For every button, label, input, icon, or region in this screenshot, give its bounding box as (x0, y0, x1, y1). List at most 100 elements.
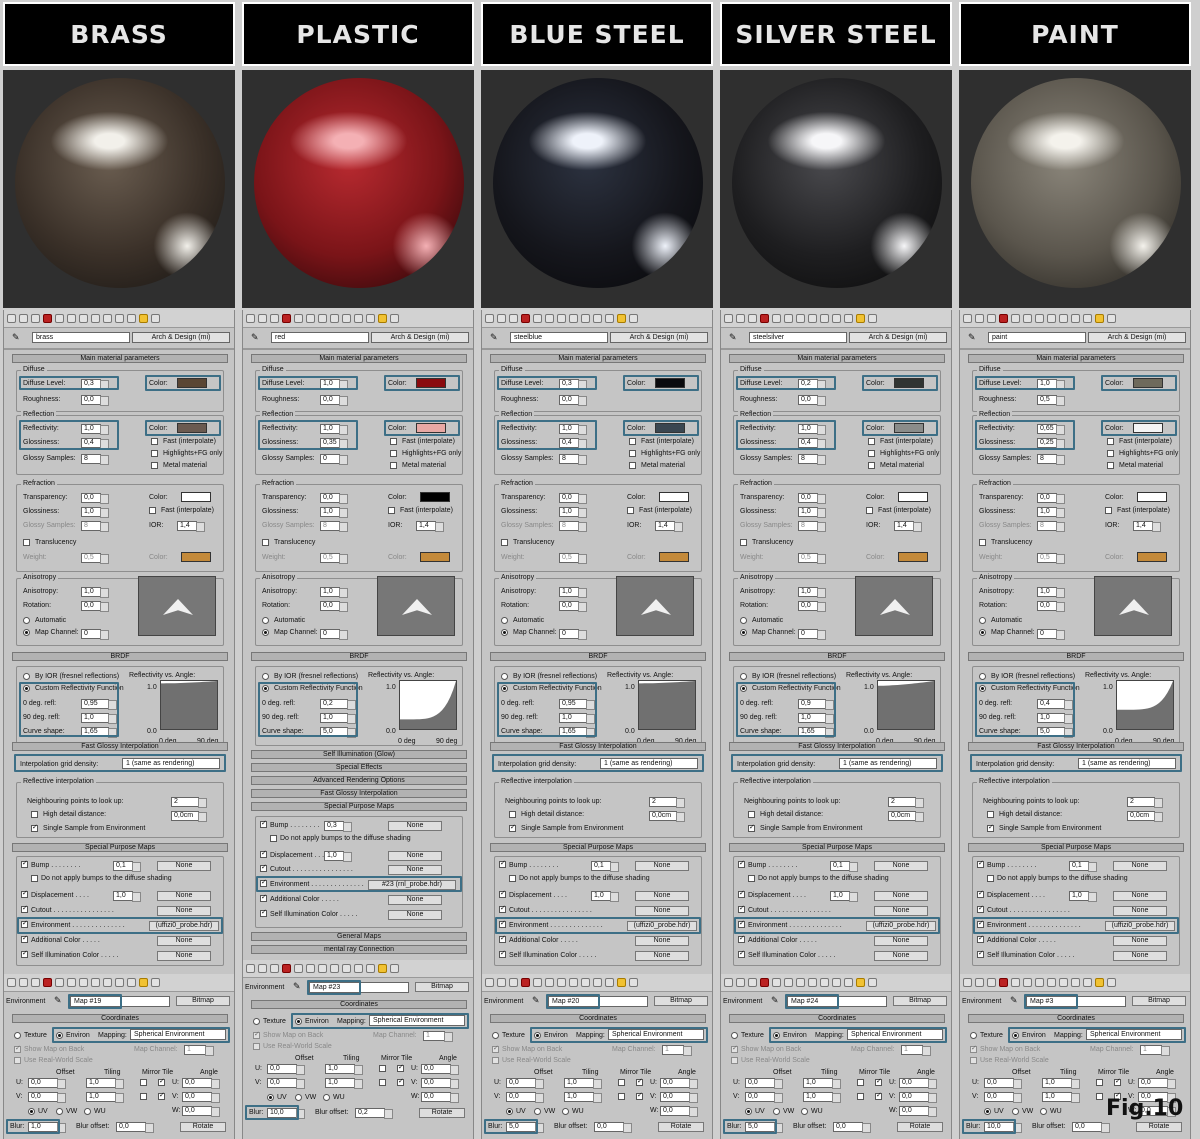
translucency-color-swatch[interactable] (659, 552, 689, 562)
anisotropy-spinner[interactable]: 1,0 (320, 587, 348, 598)
texture-radio[interactable] (253, 1018, 260, 1025)
blur-offset-spinner[interactable]: 0,2 (355, 1108, 393, 1119)
roughness-spinner[interactable]: 0,5 (1037, 395, 1065, 406)
delete-icon[interactable] (999, 978, 1008, 987)
additional-color-button[interactable]: None (157, 936, 211, 946)
highlights-fg-checkbox[interactable] (868, 450, 875, 457)
v-angle-spinner[interactable]: 0,0 (899, 1092, 937, 1103)
additional-color-checkbox[interactable] (738, 934, 745, 943)
bump-checkbox[interactable] (977, 859, 984, 868)
no-bump-diffuse-checkbox[interactable] (31, 875, 38, 882)
go-sibling-icon[interactable] (151, 314, 160, 323)
refraction-glossiness-spinner[interactable]: 1,0 (798, 507, 826, 518)
cutout-checkbox[interactable] (260, 863, 267, 872)
show-map-on-back-checkbox[interactable] (14, 1044, 21, 1053)
go-parent-icon[interactable] (366, 964, 375, 973)
put-library-icon[interactable] (318, 314, 327, 323)
copy-material-icon[interactable] (294, 964, 303, 973)
bump-amount-spinner[interactable]: 0,1 (113, 861, 141, 872)
coord-map-channel-spinner[interactable]: 1 (662, 1045, 692, 1056)
roughness-spinner[interactable]: 0,0 (798, 395, 826, 406)
displacement-checkbox[interactable] (738, 889, 745, 898)
refraction-fast-checkbox[interactable] (866, 507, 873, 514)
metal-material-checkbox[interactable] (390, 462, 397, 469)
translucency-color-swatch[interactable] (181, 552, 211, 562)
u-mirror-checkbox[interactable] (1096, 1079, 1103, 1086)
v-tile-checkbox[interactable] (636, 1091, 643, 1100)
put-to-scene-icon[interactable] (497, 314, 506, 323)
show-in-viewport-icon[interactable] (139, 314, 148, 323)
rotation-spinner[interactable]: 0,0 (798, 601, 826, 612)
displacement-checkbox[interactable] (977, 889, 984, 898)
bump-checkbox[interactable] (21, 859, 28, 868)
high-detail-spinner[interactable]: 0,0cm (649, 811, 685, 822)
material-type-button[interactable]: Arch & Design (mi) (610, 332, 708, 343)
go-parent-icon[interactable] (844, 978, 853, 987)
copy-material-icon[interactable] (533, 978, 542, 987)
anisotropy-spinner[interactable]: 1,0 (81, 587, 109, 598)
automatic-radio[interactable] (23, 617, 30, 624)
u-tiling-spinner[interactable]: 1,0 (325, 1064, 363, 1075)
displacement-map-button[interactable]: None (635, 891, 689, 901)
copy-material-icon[interactable] (772, 314, 781, 323)
map-type-button[interactable]: Bitmap (893, 996, 947, 1006)
make-unique-icon[interactable] (784, 314, 793, 323)
v-tile-checkbox[interactable] (158, 1091, 165, 1100)
v-tile-checkbox[interactable] (875, 1091, 882, 1100)
delete-icon[interactable] (282, 964, 291, 973)
get-material-icon[interactable] (963, 314, 972, 323)
go-sibling-icon[interactable] (1107, 314, 1116, 323)
show-end-result-icon[interactable] (115, 978, 124, 987)
copy-material-icon[interactable] (294, 314, 303, 323)
rotate-button[interactable]: Rotate (180, 1122, 226, 1132)
high-detail-checkbox[interactable] (31, 811, 38, 818)
copy-material-icon[interactable] (55, 978, 64, 987)
rollout-general-maps[interactable]: General Maps (251, 932, 467, 941)
show-end-result-icon[interactable] (593, 314, 602, 323)
material-id-icon[interactable] (808, 314, 817, 323)
u-mirror-checkbox[interactable] (618, 1079, 625, 1086)
refraction-samples-spinner[interactable]: 8 (798, 521, 826, 532)
real-world-scale-checkbox[interactable] (492, 1057, 499, 1064)
put-library-icon[interactable] (796, 978, 805, 987)
cutout-checkbox[interactable] (738, 904, 745, 913)
assign-material-icon[interactable] (31, 978, 40, 987)
glossy-samples-spinner[interactable]: 0 (320, 454, 348, 465)
ior-spinner[interactable]: 1,4 (177, 521, 205, 532)
material-id-icon[interactable] (1047, 978, 1056, 987)
map-eyedropper-icon[interactable]: ✎ (54, 995, 64, 1006)
bump-amount-spinner[interactable]: 0,1 (591, 861, 619, 872)
put-library-icon[interactable] (796, 314, 805, 323)
ior-spinner[interactable]: 1,4 (1133, 521, 1161, 532)
put-to-scene-icon[interactable] (497, 978, 506, 987)
v-tile-checkbox[interactable] (397, 1077, 404, 1086)
bump-map-button[interactable]: None (1113, 861, 1167, 871)
by-ior-radio[interactable] (501, 673, 508, 680)
v-angle-spinner[interactable]: 0,0 (421, 1078, 459, 1089)
u-tiling-spinner[interactable]: 1,0 (564, 1078, 602, 1089)
material-id-icon[interactable] (569, 978, 578, 987)
coord-map-channel-spinner[interactable]: 1 (184, 1045, 214, 1056)
fast-interpolate-checkbox[interactable] (390, 438, 397, 445)
rollout-brdf[interactable]: BRDF (490, 652, 706, 661)
go-parent-icon[interactable] (366, 314, 375, 323)
additional-color-button[interactable]: None (874, 936, 928, 946)
blur-offset-spinner[interactable]: 0,0 (1072, 1122, 1110, 1133)
transparency-spinner[interactable]: 0,0 (559, 493, 587, 504)
glossy-samples-spinner[interactable]: 8 (1037, 454, 1065, 465)
go-sibling-icon[interactable] (868, 978, 877, 987)
self-illum-checkbox[interactable] (260, 908, 267, 917)
translucency-checkbox[interactable] (979, 539, 986, 546)
by-ior-radio[interactable] (23, 673, 30, 680)
glossy-samples-spinner[interactable]: 8 (798, 454, 826, 465)
delete-icon[interactable] (521, 978, 530, 987)
refraction-samples-spinner[interactable]: 8 (559, 521, 587, 532)
show-map-icon[interactable] (103, 314, 112, 323)
put-library-icon[interactable] (1035, 314, 1044, 323)
refraction-glossiness-spinner[interactable]: 1,0 (1037, 507, 1065, 518)
show-end-result-icon[interactable] (1071, 978, 1080, 987)
uv-radio[interactable] (506, 1108, 513, 1115)
delete-icon[interactable] (999, 314, 1008, 323)
u-offset-spinner[interactable]: 0,0 (745, 1078, 783, 1089)
vw-radio[interactable] (1012, 1108, 1019, 1115)
